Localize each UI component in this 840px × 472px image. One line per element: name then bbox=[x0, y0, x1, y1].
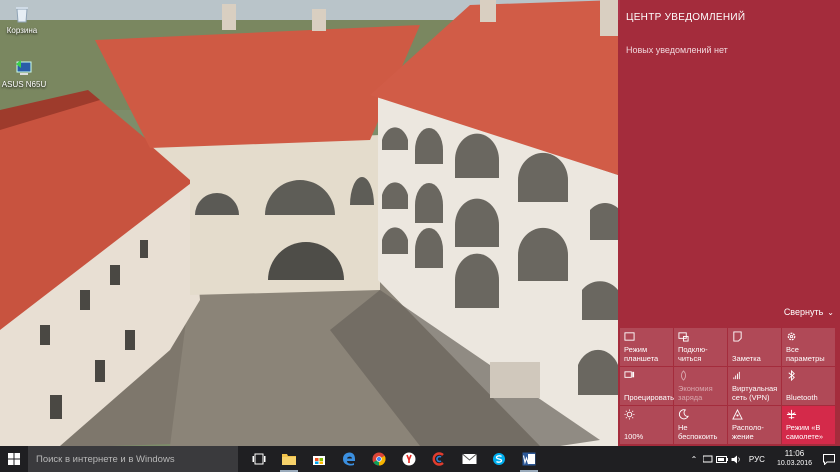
bluetooth-icon bbox=[788, 370, 795, 381]
gear-icon bbox=[787, 332, 796, 341]
desktop-icon-label: Корзина bbox=[6, 26, 38, 35]
taskbar-app-word[interactable] bbox=[514, 446, 544, 472]
recycle-bin-icon bbox=[16, 7, 28, 23]
tile-label: 100% bbox=[624, 432, 644, 441]
tile-label: Режим планшета bbox=[624, 345, 659, 363]
taskbar-app-task-view[interactable] bbox=[244, 446, 274, 472]
taskbar-app-store[interactable] bbox=[304, 446, 334, 472]
taskbar-search-box[interactable]: Поиск в интернете и в Windows bbox=[28, 446, 238, 472]
clock-date: 10.03.2016 bbox=[776, 460, 812, 467]
yandex-icon bbox=[402, 452, 416, 466]
location-icon bbox=[732, 409, 743, 420]
taskbar-app-edge[interactable] bbox=[334, 446, 364, 472]
taskbar-app-yandex[interactable] bbox=[394, 446, 424, 472]
word-icon bbox=[522, 452, 536, 466]
search-placeholder: Поиск в интернете и в Windows bbox=[36, 453, 175, 465]
taskbar-clock[interactable]: 11:06 10.03.2016 bbox=[771, 449, 818, 469]
tile-battery-saver: Экономия заряда bbox=[674, 367, 727, 405]
action-center-panel: ЦЕНТР УВЕДОМЛЕНИЙ Новых уведомлений нет … bbox=[618, 0, 840, 446]
brightness-icon bbox=[624, 409, 635, 420]
tile-label: Подклю-читься bbox=[678, 345, 708, 363]
quiet-hours-icon bbox=[678, 409, 689, 420]
desktop-icon-label: ASUS N65U bbox=[1, 80, 47, 89]
tile-label: Не беспокоить bbox=[678, 423, 718, 441]
battery-icon bbox=[715, 455, 728, 463]
tile-label: Заметка bbox=[732, 354, 761, 363]
action-center-button[interactable] bbox=[818, 446, 840, 472]
taskbar-app-file-explorer[interactable] bbox=[274, 446, 304, 472]
system-tray: ⌃ РУС 11:06 10.03.2016 bbox=[687, 446, 840, 472]
tile-brightness[interactable]: 100% bbox=[620, 406, 673, 444]
tile-bluetooth[interactable]: Bluetooth bbox=[782, 367, 835, 405]
tablet-mode-icon bbox=[624, 332, 635, 341]
show-hidden-icons-button[interactable]: ⌃ bbox=[687, 446, 701, 472]
input-language-indicator[interactable]: РУС bbox=[743, 455, 771, 464]
tile-label: Все параметры bbox=[786, 345, 825, 363]
airplane-icon bbox=[786, 409, 797, 420]
taskbar-app-chrome[interactable] bbox=[364, 446, 394, 472]
ccleaner-icon bbox=[432, 452, 444, 466]
tile-note[interactable]: Заметка bbox=[728, 328, 781, 366]
action-center-title: ЦЕНТР УВЕДОМЛЕНИЙ bbox=[626, 12, 746, 23]
project-icon bbox=[624, 371, 635, 378]
network-icon bbox=[702, 455, 713, 463]
tile-label: Bluetooth bbox=[786, 393, 818, 402]
no-notifications-text: Новых уведомлений нет bbox=[626, 45, 728, 55]
skype-icon bbox=[493, 453, 505, 465]
taskbar-app-skype[interactable] bbox=[484, 446, 514, 472]
task-view-icon bbox=[252, 453, 266, 465]
chrome-icon bbox=[372, 452, 386, 466]
edge-icon bbox=[343, 452, 355, 466]
folder-icon bbox=[282, 454, 296, 465]
tile-connect[interactable]: Подклю-читься bbox=[674, 328, 727, 366]
tile-label: Проецировать bbox=[624, 393, 674, 402]
computer-icon bbox=[16, 60, 32, 75]
tile-quiet-hours[interactable]: Не беспокоить bbox=[674, 406, 727, 444]
clock-time: 11:06 bbox=[784, 449, 805, 458]
tile-location[interactable]: Располо-жение bbox=[728, 406, 781, 444]
tray-volume-button[interactable] bbox=[729, 446, 743, 472]
tile-label: Режим «В самолете» bbox=[786, 423, 824, 441]
battery-saver-icon bbox=[680, 370, 687, 381]
vpn-icon bbox=[733, 371, 740, 380]
volume-icon bbox=[731, 455, 740, 463]
tile-tablet-mode[interactable]: Режим планшета bbox=[620, 328, 673, 366]
windows-logo-icon bbox=[8, 453, 20, 465]
collapse-label: Свернуть bbox=[783, 307, 824, 317]
tile-label: Экономия заряда bbox=[678, 384, 713, 402]
tile-vpn[interactable]: Виртуальная сеть (VPN) bbox=[728, 367, 781, 405]
tile-project[interactable]: Проецировать bbox=[620, 367, 674, 405]
desktop-icon-recycle-bin[interactable]: Корзина bbox=[0, 4, 52, 35]
collapse-quick-actions-button[interactable]: Свернуть ⌄ bbox=[784, 307, 834, 317]
start-button[interactable] bbox=[0, 446, 28, 472]
mail-icon bbox=[461, 453, 477, 464]
notifications-icon bbox=[823, 453, 835, 465]
tray-battery-button[interactable] bbox=[715, 446, 729, 472]
tile-label: Располо-жение bbox=[732, 423, 764, 441]
connect-icon bbox=[678, 332, 689, 342]
taskbar: Поиск в интернете и в Windows ⌃ РУС 11:0… bbox=[0, 446, 840, 472]
taskbar-app-ccleaner[interactable] bbox=[424, 446, 454, 472]
chevron-down-icon: ⌄ bbox=[827, 307, 834, 317]
tile-all-settings[interactable]: Все параметры bbox=[782, 328, 835, 366]
quick-actions-grid: Режим планшета Подклю-читься Заметка Все… bbox=[620, 328, 838, 444]
taskbar-app-mail[interactable] bbox=[454, 446, 484, 472]
note-icon bbox=[733, 331, 742, 342]
chevron-up-icon: ⌃ bbox=[690, 454, 698, 464]
tile-label: Виртуальная сеть (VPN) bbox=[732, 384, 778, 402]
tile-airplane-mode[interactable]: Режим «В самолете» bbox=[782, 406, 835, 444]
tray-network-button[interactable] bbox=[701, 446, 715, 472]
store-icon bbox=[313, 456, 325, 465]
desktop-icon-asus[interactable]: ASUS N65U bbox=[0, 58, 54, 89]
